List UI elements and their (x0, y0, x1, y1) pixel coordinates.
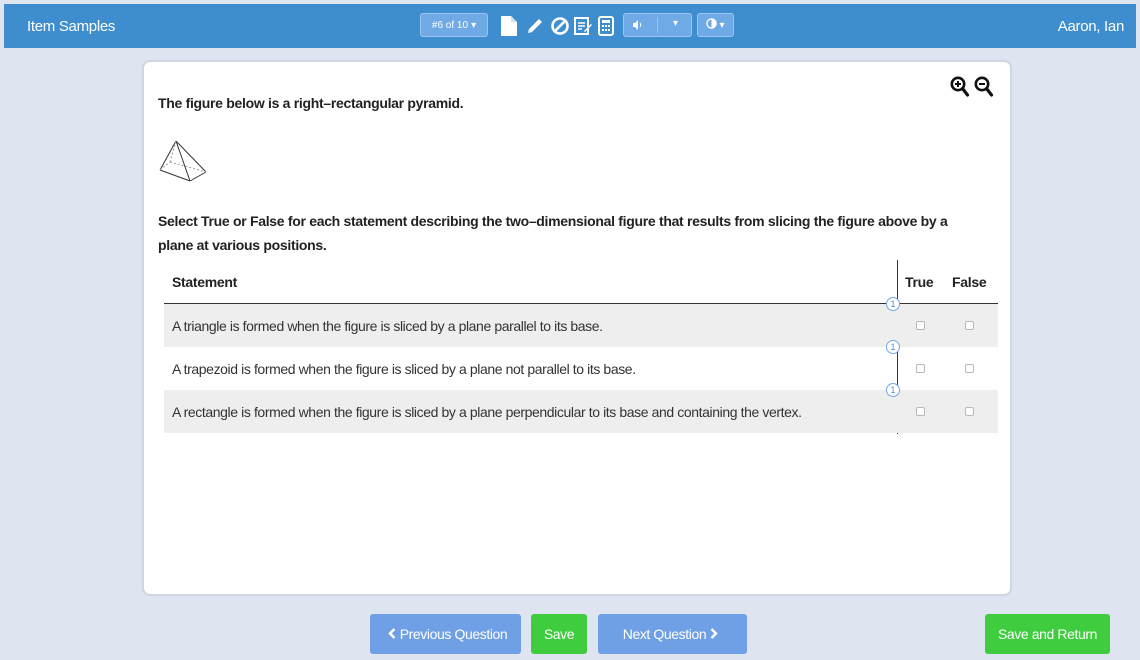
row-badge: 1 (886, 340, 900, 354)
row-badge: 1 (886, 297, 900, 311)
next-question-label: Next Question (622, 626, 707, 642)
chevron-down-icon: ▾ (719, 19, 725, 31)
previous-question-label: Previous Question (399, 626, 508, 642)
table-row: A triangle is formed when the figure is … (164, 297, 998, 347)
speaker-icon (632, 19, 644, 34)
true-checkbox[interactable] (916, 321, 925, 330)
question-counter: #6 of 10 (431, 19, 469, 31)
save-and-return-label: Save and Return (997, 626, 1098, 642)
next-question-button[interactable]: Next Question (598, 614, 747, 654)
save-label: Save (543, 626, 575, 642)
button-divider (657, 17, 658, 33)
chevron-right-icon (710, 626, 718, 642)
previous-question-button[interactable]: Previous Question (370, 614, 521, 654)
false-checkbox[interactable] (965, 407, 974, 416)
user-name[interactable]: Aaron, Ian (1058, 18, 1125, 35)
notepad-icon[interactable] (572, 13, 594, 39)
chevron-down-icon: ▾ (673, 18, 679, 29)
contrast-icon (706, 18, 718, 32)
app-title: Item Samples (27, 18, 116, 35)
question-instructions: Select True or False for each statement … (158, 213, 948, 253)
save-and-return-button[interactable]: Save and Return (985, 614, 1110, 654)
top-bar: Item Samples #6 of 10 ▾ ▾ ▾ Aaron, Ian (4, 4, 1136, 48)
zoom-out-icon[interactable] (974, 76, 994, 98)
pyramid-figure (158, 139, 210, 188)
text-to-speech-button[interactable]: ▾ (623, 13, 692, 37)
calculator-icon[interactable] (595, 13, 617, 39)
statement-text: A trapezoid is formed when the figure is… (172, 361, 636, 377)
column-header-statement: Statement (172, 274, 237, 290)
table-header: Statement True False (164, 260, 998, 304)
contrast-button[interactable]: ▾ (697, 13, 734, 37)
chevron-down-icon: ▾ (471, 19, 477, 31)
zoom-in-icon[interactable] (950, 76, 970, 98)
question-intro: The figure below is a right–rectangular … (158, 95, 464, 111)
true-checkbox[interactable] (916, 364, 925, 373)
no-symbol-icon[interactable] (549, 13, 571, 39)
true-false-table: Statement True False A triangle is forme… (164, 260, 998, 434)
row-badge: 1 (886, 383, 900, 397)
chevron-left-icon (388, 626, 396, 642)
false-checkbox[interactable] (965, 364, 974, 373)
column-header-false: False (952, 274, 987, 290)
statement-text: A triangle is formed when the figure is … (172, 318, 603, 334)
column-header-true: True (905, 274, 934, 290)
statement-text: A rectangle is formed when the figure is… (172, 404, 802, 420)
document-icon[interactable] (498, 13, 520, 39)
table-row: A rectangle is formed when the figure is… (164, 383, 998, 433)
table-row: A trapezoid is formed when the figure is… (164, 340, 998, 390)
question-selector-button[interactable]: #6 of 10 ▾ (420, 13, 488, 37)
save-button[interactable]: Save (531, 614, 587, 654)
pencil-icon[interactable] (524, 13, 546, 39)
false-checkbox[interactable] (965, 321, 974, 330)
true-checkbox[interactable] (916, 407, 925, 416)
question-card: The figure below is a right–rectangular … (142, 60, 1012, 596)
